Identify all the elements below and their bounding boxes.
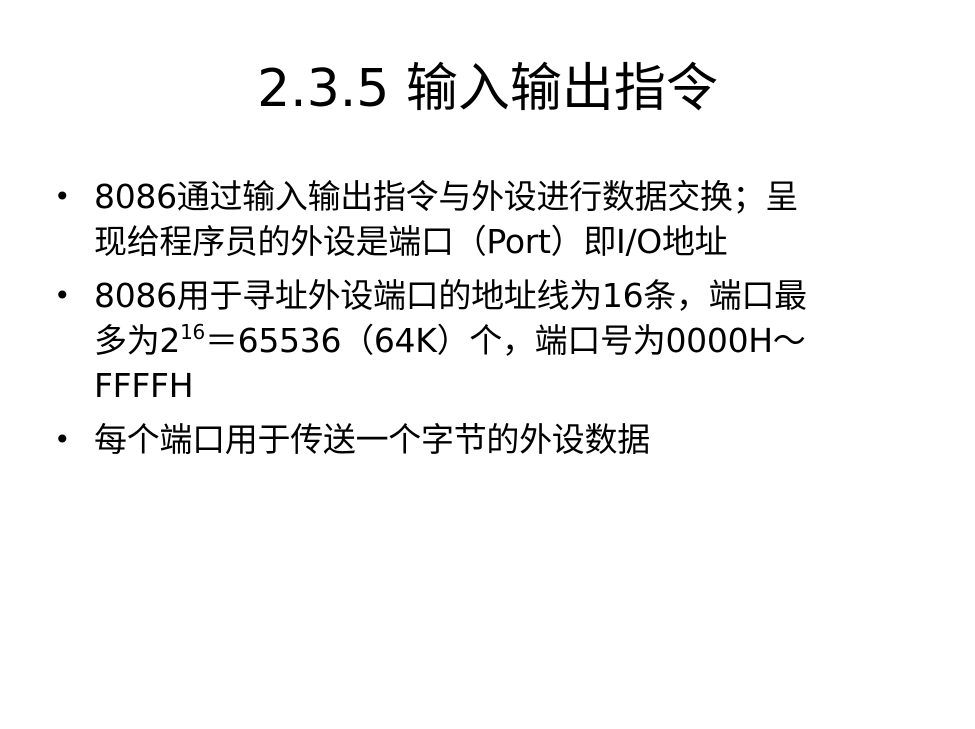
bullet-list: • 8086通过输入输出指令与外设进行数据交换；呈 现给程序员的外设是端口（Po… bbox=[54, 174, 914, 471]
slide-title: 2.3.5 输入输出指令 bbox=[257, 59, 718, 119]
bullet-point-icon: • bbox=[54, 279, 71, 312]
bullet-item-3: • 每个端口用于传送一个字节的外设数据 bbox=[54, 417, 914, 462]
bullet-2-line-2-suffix: ＝65536（64K）个，端口号为0000H～ bbox=[204, 321, 806, 360]
bullet-item-2: • 8086用于寻址外设端口的地址线为16条，端口最 多为216＝65536（6… bbox=[54, 273, 914, 408]
bullet-point-icon: • bbox=[54, 423, 71, 456]
bullet-1-line-2: 现给程序员的外设是端口（Port）即I/O地址 bbox=[94, 222, 728, 261]
slide: 2.3.5 输入输出指令 • 8086通过输入输出指令与外设进行数据交换；呈 现… bbox=[0, 0, 975, 729]
bullet-point-icon: • bbox=[54, 180, 71, 213]
bullet-1-line-1: 8086通过输入输出指令与外设进行数据交换；呈 bbox=[94, 177, 799, 216]
bullet-3-line-1: 每个端口用于传送一个字节的外设数据 bbox=[94, 420, 650, 459]
exponent-16: 16 bbox=[180, 320, 205, 344]
bullet-2-line-3: FFFFH bbox=[94, 366, 194, 405]
bullet-item-1: • 8086通过输入输出指令与外设进行数据交换；呈 现给程序员的外设是端口（Po… bbox=[54, 174, 914, 264]
bullet-2-line-2-prefix: 多为2 bbox=[94, 321, 181, 360]
bullet-2-line-2: 多为216＝65536（64K）个，端口号为0000H～ bbox=[94, 318, 914, 363]
bullet-2-line-1: 8086用于寻址外设端口的地址线为16条，端口最 bbox=[94, 276, 807, 315]
